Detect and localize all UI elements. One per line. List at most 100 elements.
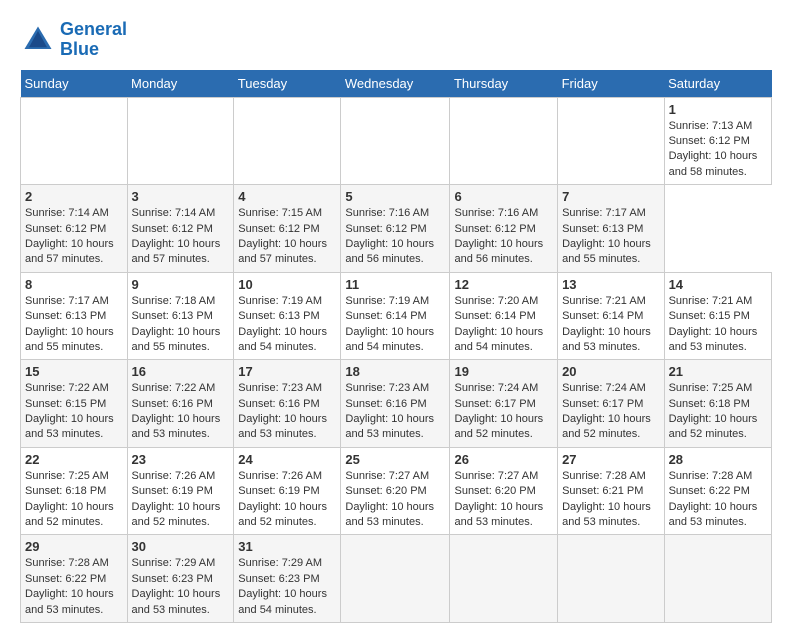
day-number: 31 [238, 539, 336, 554]
calendar-cell: 17Sunrise: 7:23 AMSunset: 6:16 PMDayligh… [234, 360, 341, 448]
day-number: 10 [238, 277, 336, 292]
calendar-cell: 25 Sunrise: 7:27 AMSunset: 6:20 PMDayligh… [341, 447, 450, 535]
day-info: Sunrise: 7:17 AMSunset: 6:13 PMDaylight:… [562, 206, 660, 268]
calendar-cell: 1Sunrise: 7:13 AMSunset: 6:12 PMDaylight… [664, 97, 771, 185]
calendar-cell: 4 Sunrise: 7:15 AMSunset: 6:12 PMDaylight… [234, 185, 341, 273]
day-number: 18 [345, 364, 445, 379]
day-number: 20 [562, 364, 660, 379]
dow-header-wednesday: Wednesday [341, 70, 450, 98]
calendar-cell [127, 97, 234, 185]
day-number: 15 [25, 364, 123, 379]
day-info: Sunrise: 7:24 AMSunset: 6:17 PMDaylight:… [562, 381, 660, 443]
day-number: 4 [238, 189, 336, 204]
day-info: Sunrise: 7:28 AMSunset: 6:21 PMDaylight:… [562, 469, 660, 531]
day-number: 22 [25, 452, 123, 467]
day-info: Sunrise: 7:25 AMSunset: 6:18 PMDaylight:… [669, 381, 767, 443]
day-number: 23 [132, 452, 230, 467]
day-info: Sunrise: 7:18 AMSunset: 6:13 PMDaylight:… [132, 294, 230, 356]
dow-header-tuesday: Tuesday [234, 70, 341, 98]
calendar-cell: 19 Sunrise: 7:24 AMSunset: 6:17 PMDayligh… [450, 360, 558, 448]
calendar-cell: 16Sunrise: 7:22 AMSunset: 6:16 PMDayligh… [127, 360, 234, 448]
day-number: 19 [454, 364, 553, 379]
day-info: Sunrise: 7:15 AMSunset: 6:12 PMDaylight:… [238, 206, 336, 268]
day-info: Sunrise: 7:27 AMSunset: 6:20 PMDaylight:… [345, 469, 445, 531]
logo-text: General Blue [60, 20, 127, 60]
day-info: Sunrise: 7:29 AMSunset: 6:23 PMDaylight:… [238, 556, 336, 618]
calendar-cell: 24 Sunrise: 7:26 AMSunset: 6:19 PMDayligh… [234, 447, 341, 535]
day-info: Sunrise: 7:19 AMSunset: 6:13 PMDaylight:… [238, 294, 336, 356]
day-info: Sunrise: 7:13 AMSunset: 6:12 PMDaylight:… [669, 119, 767, 181]
day-info: Sunrise: 7:28 AMSunset: 6:22 PMDaylight:… [669, 469, 767, 531]
calendar-cell [341, 97, 450, 185]
day-number: 14 [669, 277, 767, 292]
calendar-cell: 5Sunrise: 7:16 AMSunset: 6:12 PMDaylight… [341, 185, 450, 273]
calendar-cell: 9 Sunrise: 7:18 AMSunset: 6:13 PMDaylight… [127, 272, 234, 360]
calendar-table: SundayMondayTuesdayWednesdayThursdayFrid… [20, 70, 772, 623]
day-info: Sunrise: 7:26 AMSunset: 6:19 PMDaylight:… [132, 469, 230, 531]
dow-header-saturday: Saturday [664, 70, 771, 98]
day-number: 25 [345, 452, 445, 467]
day-info: Sunrise: 7:24 AMSunset: 6:17 PMDaylight:… [454, 381, 553, 443]
day-info: Sunrise: 7:23 AMSunset: 6:16 PMDaylight:… [345, 381, 445, 443]
calendar-cell: 31 Sunrise: 7:29 AMSunset: 6:23 PMDayligh… [234, 535, 341, 623]
calendar-cell: 14Sunrise: 7:21 AMSunset: 6:15 PMDayligh… [664, 272, 771, 360]
day-info: Sunrise: 7:14 AMSunset: 6:12 PMDaylight:… [25, 206, 123, 268]
calendar-cell: 27 Sunrise: 7:28 AMSunset: 6:21 PMDayligh… [558, 447, 665, 535]
calendar-cell: 30 Sunrise: 7:29 AMSunset: 6:23 PMDayligh… [127, 535, 234, 623]
calendar-week-5: 29Sunrise: 7:28 AMSunset: 6:22 PMDayligh… [21, 535, 772, 623]
logo: General Blue [20, 20, 127, 60]
calendar-cell: 2 Sunrise: 7:14 AMSunset: 6:12 PMDaylight… [21, 185, 128, 273]
day-info: Sunrise: 7:16 AMSunset: 6:12 PMDaylight:… [454, 206, 553, 268]
day-number: 2 [25, 189, 123, 204]
day-number: 29 [25, 539, 123, 554]
day-info: Sunrise: 7:14 AMSunset: 6:12 PMDaylight:… [132, 206, 230, 268]
day-number: 16 [132, 364, 230, 379]
day-number: 30 [132, 539, 230, 554]
calendar-cell: 15 Sunrise: 7:22 AMSunset: 6:15 PMDayligh… [21, 360, 128, 448]
calendar-cell [234, 97, 341, 185]
calendar-cell [341, 535, 450, 623]
calendar-cell: 12Sunrise: 7:20 AMSunset: 6:14 PMDayligh… [450, 272, 558, 360]
day-number: 12 [454, 277, 553, 292]
calendar-cell: 18 Sunrise: 7:23 AMSunset: 6:16 PMDayligh… [341, 360, 450, 448]
day-number: 17 [238, 364, 336, 379]
calendar-cell: 22Sunrise: 7:25 AMSunset: 6:18 PMDayligh… [21, 447, 128, 535]
calendar-cell: 7 Sunrise: 7:17 AMSunset: 6:13 PMDaylight… [558, 185, 665, 273]
day-number: 24 [238, 452, 336, 467]
day-number: 8 [25, 277, 123, 292]
day-info: Sunrise: 7:26 AMSunset: 6:19 PMDaylight:… [238, 469, 336, 531]
calendar-cell [664, 535, 771, 623]
day-info: Sunrise: 7:29 AMSunset: 6:23 PMDaylight:… [132, 556, 230, 618]
logo-icon [20, 22, 56, 58]
day-info: Sunrise: 7:21 AMSunset: 6:14 PMDaylight:… [562, 294, 660, 356]
calendar-cell [21, 97, 128, 185]
day-number: 7 [562, 189, 660, 204]
calendar-cell: 20 Sunrise: 7:24 AMSunset: 6:17 PMDayligh… [558, 360, 665, 448]
day-info: Sunrise: 7:16 AMSunset: 6:12 PMDaylight:… [345, 206, 445, 268]
calendar-cell: 3 Sunrise: 7:14 AMSunset: 6:12 PMDaylight… [127, 185, 234, 273]
calendar-cell [558, 97, 665, 185]
day-number: 21 [669, 364, 767, 379]
dow-header-thursday: Thursday [450, 70, 558, 98]
day-number: 11 [345, 277, 445, 292]
dow-header-friday: Friday [558, 70, 665, 98]
calendar-cell [450, 97, 558, 185]
day-number: 27 [562, 452, 660, 467]
day-info: Sunrise: 7:19 AMSunset: 6:14 PMDaylight:… [345, 294, 445, 356]
calendar-cell [450, 535, 558, 623]
day-number: 6 [454, 189, 553, 204]
day-number: 28 [669, 452, 767, 467]
day-number: 26 [454, 452, 553, 467]
day-info: Sunrise: 7:17 AMSunset: 6:13 PMDaylight:… [25, 294, 123, 356]
day-number: 3 [132, 189, 230, 204]
calendar-cell: 21 Sunrise: 7:25 AMSunset: 6:18 PMDayligh… [664, 360, 771, 448]
dow-header-sunday: Sunday [21, 70, 128, 98]
calendar-cell: 10 Sunrise: 7:19 AMSunset: 6:13 PMDayligh… [234, 272, 341, 360]
day-info: Sunrise: 7:22 AMSunset: 6:15 PMDaylight:… [25, 381, 123, 443]
dow-header-monday: Monday [127, 70, 234, 98]
page-header: General Blue [20, 20, 772, 60]
calendar-cell: 28 Sunrise: 7:28 AMSunset: 6:22 PMDayligh… [664, 447, 771, 535]
calendar-cell: 23 Sunrise: 7:26 AMSunset: 6:19 PMDayligh… [127, 447, 234, 535]
day-number: 9 [132, 277, 230, 292]
calendar-cell: 6 Sunrise: 7:16 AMSunset: 6:12 PMDaylight… [450, 185, 558, 273]
